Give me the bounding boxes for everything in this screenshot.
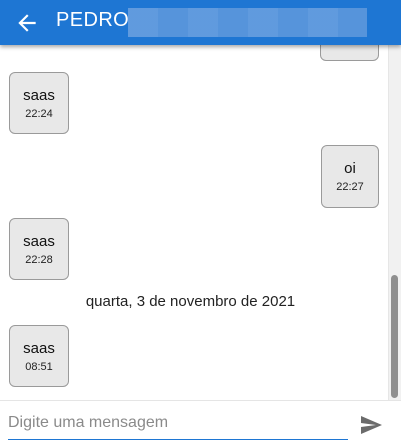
message-time: 22:28 <box>25 254 53 266</box>
message-input[interactable] <box>8 411 348 440</box>
message-bubble-received: saas 22:28 <box>9 218 69 280</box>
message-bubble-received: saas 08:51 <box>9 325 69 387</box>
scrollbar-thumb[interactable] <box>391 275 398 398</box>
redacted-name-block <box>128 8 367 37</box>
message-time: 22:24 <box>25 108 53 120</box>
message-text: saas <box>23 340 55 357</box>
message-bubble-sent <box>320 45 379 61</box>
message-text: oi <box>344 160 356 177</box>
message-time: 22:27 <box>336 181 364 193</box>
send-icon[interactable] <box>358 413 384 437</box>
message-text: saas <box>23 87 55 104</box>
date-separator: quarta, 3 de novembro de 2021 <box>85 293 296 310</box>
arrow-left-icon[interactable] <box>14 10 40 36</box>
message-bubble-sent: oi 22:27 <box>321 145 379 208</box>
message-list: saas 22:24 oi 22:27 saas 22:28 quarta, 3… <box>0 45 389 400</box>
message-time: 08:51 <box>25 361 53 373</box>
message-bubble-received: saas 22:24 <box>9 72 69 134</box>
message-composer <box>0 400 401 447</box>
contact-name: PEDRO <box>56 9 130 31</box>
message-text: saas <box>23 233 55 250</box>
chat-header: PEDRO <box>0 0 401 45</box>
